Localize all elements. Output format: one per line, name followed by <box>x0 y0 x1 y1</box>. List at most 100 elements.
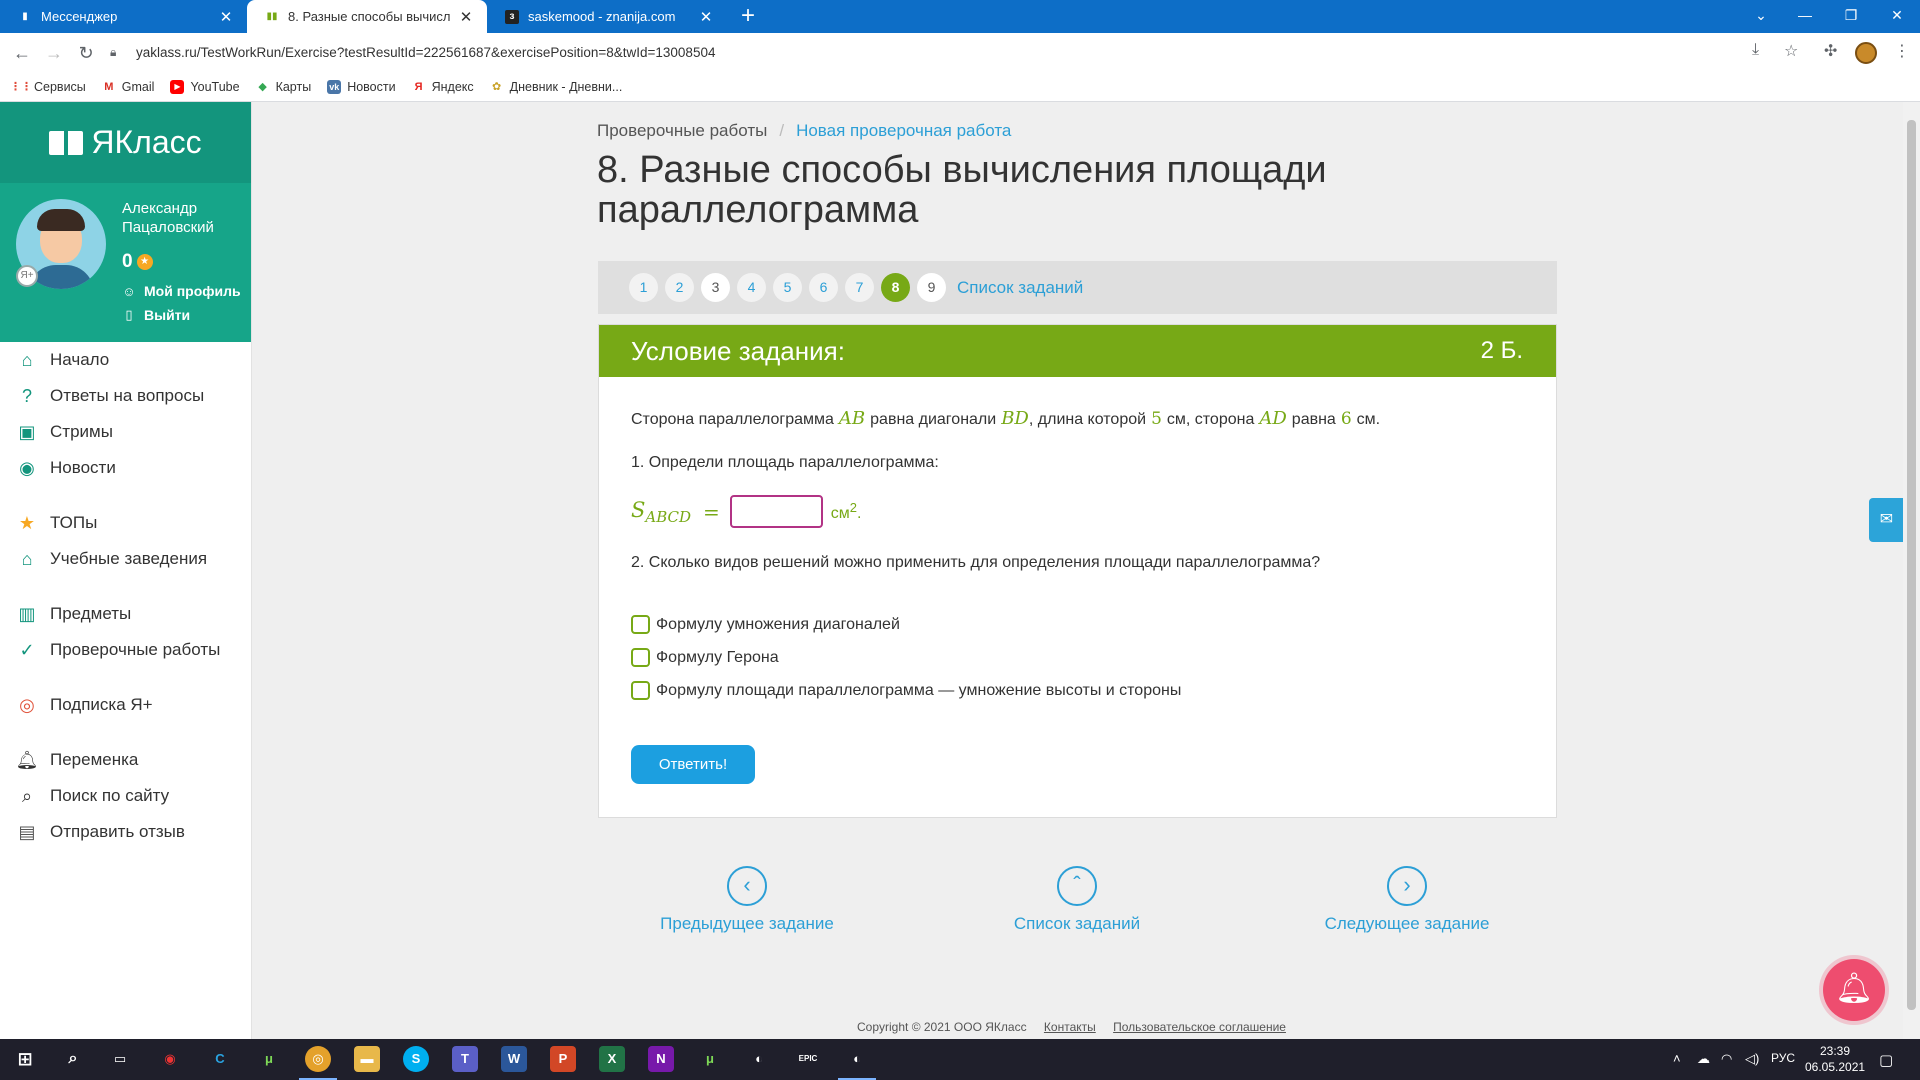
game-app-icon[interactable]: ◉ <box>157 1046 183 1072</box>
bookmark-services[interactable]: ⋮⋮ Сервисы <box>10 79 86 94</box>
agreement-link[interactable]: Пользовательское соглашение <box>1113 1020 1286 1034</box>
checkbox[interactable] <box>631 648 650 667</box>
close-window-button[interactable]: ✕ <box>1874 0 1920 33</box>
new-tab-button[interactable]: + <box>735 3 761 29</box>
steam-icon[interactable]: ◐ <box>746 1046 772 1072</box>
submit-answer-button[interactable]: Ответить! <box>631 745 755 784</box>
utorrent-web-icon[interactable]: μ <box>697 1046 723 1072</box>
task-view-icon[interactable]: ▭ <box>107 1046 133 1072</box>
back-icon[interactable]: ← <box>8 39 36 67</box>
breadcrumb-root[interactable]: Проверочные работы <box>597 121 767 141</box>
windows-start-icon[interactable]: ⊞ <box>12 1046 38 1072</box>
bookmark-youtube[interactable]: ▶ YouTube <box>170 79 240 94</box>
breadcrumb-current[interactable]: Новая проверочная работа <box>796 121 1011 141</box>
sidebar-item-home[interactable]: ⌂ Начало <box>0 342 251 378</box>
close-icon[interactable]: ✕ <box>217 8 235 26</box>
sidebar-item-news[interactable]: ◉ Новости <box>0 450 251 486</box>
bookmark-label: Сервисы <box>34 79 86 94</box>
apps-grid-icon: ⋮⋮ <box>10 81 32 93</box>
next-task-link[interactable]: › Следующее задание <box>1277 866 1537 934</box>
skype-icon[interactable]: S <box>403 1046 429 1072</box>
bookmark-news[interactable]: vk Новости <box>327 79 396 94</box>
tray-chevron-icon[interactable]: ˄ <box>1673 1051 1681 1066</box>
checkbox[interactable] <box>631 615 650 634</box>
tab-messenger[interactable]: ▮ Мессенджер ✕ <box>0 0 247 33</box>
checkbox[interactable] <box>631 681 650 700</box>
sidebar-item-answers[interactable]: ? Ответы на вопросы <box>0 378 251 414</box>
teams-icon[interactable]: T <box>452 1046 478 1072</box>
tab-yaklass[interactable]: ▮▮ 8. Разные способы вычисления ✕ <box>247 0 487 33</box>
page-5[interactable]: 5 <box>773 273 802 302</box>
close-icon[interactable]: ✕ <box>697 8 715 26</box>
tab-search-icon[interactable]: ⌄ <box>1738 0 1784 33</box>
page-8-current[interactable]: 8 <box>881 273 910 302</box>
onedrive-icon[interactable]: ☁ <box>1697 1051 1710 1067</box>
sidebar-item-subjects[interactable]: ▥ Предметы <box>0 596 251 632</box>
bookmark-dnevnik[interactable]: ✿ Дневник - Дневни... <box>490 80 622 94</box>
tab-znanija[interactable]: з saskemood - znanija.com ✕ <box>487 0 727 33</box>
sidebar-item-subscription[interactable]: ◎ Подписка Я+ <box>0 687 251 723</box>
sidebar-item-schools[interactable]: ⌂ Учебные заведения <box>0 541 251 577</box>
mail-feedback-icon[interactable]: ✉ <box>1869 498 1904 542</box>
wifi-icon[interactable]: ◠ <box>1721 1051 1732 1067</box>
chrome-icon[interactable]: ◎ <box>305 1046 331 1072</box>
sidebar-item-break[interactable]: 🔔︎ Переменка <box>0 742 251 778</box>
page-2[interactable]: 2 <box>665 273 694 302</box>
page-4[interactable]: 4 <box>737 273 766 302</box>
clock[interactable]: 23:39 06.05.2021 <box>1805 1043 1865 1075</box>
file-explorer-icon[interactable]: ▬ <box>354 1046 380 1072</box>
area-answer-input[interactable] <box>729 495 823 528</box>
bookmark-star-icon[interactable]: ☆ <box>1784 41 1798 61</box>
reload-icon[interactable]: ↻ <box>72 39 100 67</box>
language-indicator[interactable]: РУС <box>1771 1051 1795 1065</box>
volume-icon[interactable]: ◁) <box>1745 1051 1759 1067</box>
install-icon[interactable]: ⤓ <box>1752 41 1759 59</box>
search-icon[interactable]: ⌕ <box>60 1046 86 1072</box>
menu-icon[interactable]: ⋮ <box>1894 41 1910 61</box>
logout-link[interactable]: ▯ Выйти <box>122 307 190 323</box>
epic-games-icon[interactable]: EPIC <box>795 1046 821 1072</box>
excel-icon[interactable]: X <box>599 1046 625 1072</box>
utorrent-icon[interactable]: μ <box>256 1046 282 1072</box>
extensions-icon[interactable]: ✣ <box>1824 41 1837 61</box>
ccleaner-icon[interactable]: C <box>207 1046 233 1072</box>
task-list-bottom-link[interactable]: ˆ Список заданий <box>947 866 1207 934</box>
minimize-button[interactable]: — <box>1782 0 1828 33</box>
page-1[interactable]: 1 <box>629 273 658 302</box>
formula-equals: = <box>703 499 720 524</box>
restore-button[interactable]: ❐ <box>1828 0 1874 33</box>
page-7[interactable]: 7 <box>845 273 874 302</box>
yaklass-logo[interactable]: ЯКласс <box>0 102 251 183</box>
word-icon[interactable]: W <box>501 1046 527 1072</box>
sidebar-item-streams[interactable]: ▣ Стримы <box>0 414 251 450</box>
page-6[interactable]: 6 <box>809 273 838 302</box>
page-3[interactable]: 3 <box>701 273 730 302</box>
address-bar[interactable]: 🔒︎ yaklass.ru/TestWorkRun/Exercise?testR… <box>110 37 1810 67</box>
close-icon[interactable]: ✕ <box>457 8 475 26</box>
option-heron[interactable]: Формулу Герона <box>631 648 779 667</box>
bookmark-gmail[interactable]: M Gmail <box>102 80 154 94</box>
powerpoint-icon[interactable]: P <box>550 1046 576 1072</box>
onenote-icon[interactable]: N <box>648 1046 674 1072</box>
page-9[interactable]: 9 <box>917 273 946 302</box>
scrollbar-thumb[interactable] <box>1907 120 1916 1010</box>
page-scrollbar[interactable] <box>1903 102 1920 1039</box>
notifications-icon[interactable]: ▢ <box>1879 1051 1893 1069</box>
sidebar-item-tests[interactable]: ✓ Проверочные работы <box>0 632 251 668</box>
my-profile-link[interactable]: ☺ Мой профиль <box>122 283 240 299</box>
steam-running-icon[interactable]: ◐ <box>844 1046 870 1072</box>
forward-icon[interactable]: → <box>40 39 68 67</box>
profile-avatar[interactable] <box>1855 42 1877 64</box>
sidebar-item-feedback[interactable]: ▤ Отправить отзыв <box>0 814 251 850</box>
prev-task-link[interactable]: ‹ Предыдущее задание <box>617 866 877 934</box>
bookmark-yandex[interactable]: Я Яндекс <box>412 80 474 94</box>
feedback-icon: ▤ <box>18 821 36 842</box>
notification-bell-icon[interactable]: 🔔︎ <box>1823 959 1885 1021</box>
option-height-side[interactable]: Формулу площади параллелограмма — умноже… <box>631 681 1181 700</box>
task-list-link[interactable]: Список заданий <box>957 278 1083 298</box>
bookmark-maps[interactable]: ◆ Карты <box>256 80 311 94</box>
sidebar-item-search[interactable]: ⌕ Поиск по сайту <box>0 778 251 814</box>
option-diagonals[interactable]: Формулу умножения диагоналей <box>631 615 900 634</box>
contacts-link[interactable]: Контакты <box>1044 1020 1096 1034</box>
sidebar-item-tops[interactable]: ★ ТОПы <box>0 505 251 541</box>
